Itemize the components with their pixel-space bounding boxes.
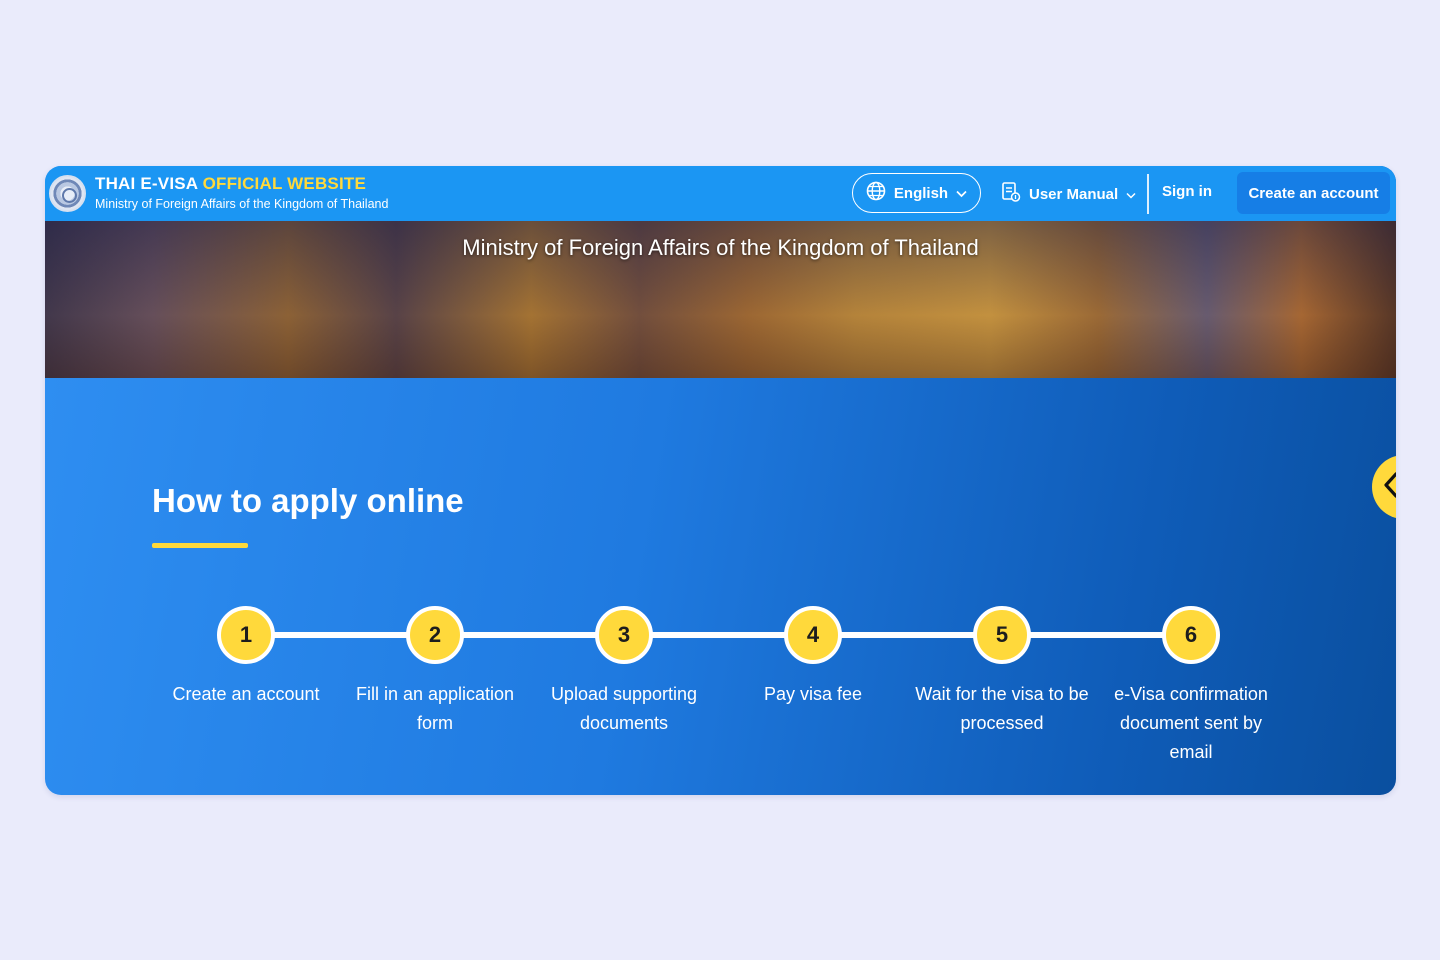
ministry-seal-logo[interactable] bbox=[49, 175, 86, 212]
sign-in-link[interactable]: Sign in bbox=[1162, 183, 1212, 200]
globe-icon bbox=[866, 181, 886, 205]
user-manual-label: User Manual bbox=[1029, 185, 1119, 203]
step-item: 6 e-Visa confirmation document sent by e… bbox=[1096, 606, 1286, 767]
section-title: How to apply online bbox=[152, 482, 464, 519]
step-number-badge: 5 bbox=[973, 606, 1031, 664]
step-item: 5 Wait for the visa to be processed bbox=[907, 606, 1097, 738]
step-number-badge: 3 bbox=[595, 606, 653, 664]
site-title: THAI E-VISA OFFICIAL WEBSITE bbox=[95, 174, 388, 194]
create-account-button[interactable]: Create an account bbox=[1237, 172, 1390, 214]
document-icon bbox=[1001, 181, 1021, 207]
step-label: Upload supporting documents bbox=[550, 684, 698, 733]
step-item: 2 Fill in an application form bbox=[340, 606, 530, 738]
step-number-badge: 4 bbox=[784, 606, 842, 664]
browser-page: THAI E-VISA OFFICIAL WEBSITE Ministry of… bbox=[45, 166, 1396, 795]
step-item: 4 Pay visa fee bbox=[718, 606, 908, 709]
step-label: Pay visa fee bbox=[763, 684, 863, 704]
banner-title: Ministry of Foreign Affairs of the Kingd… bbox=[462, 235, 979, 260]
title-underline bbox=[152, 543, 248, 548]
hero-banner: Ministry of Foreign Affairs of the Kingd… bbox=[45, 221, 1396, 378]
step-number-badge: 2 bbox=[406, 606, 464, 664]
site-title-main: THAI E-VISA bbox=[95, 174, 203, 193]
step-item: 3 Upload supporting documents bbox=[529, 606, 719, 738]
chevron-down-icon bbox=[956, 185, 967, 202]
top-navigation-bar: THAI E-VISA OFFICIAL WEBSITE Ministry of… bbox=[45, 166, 1396, 221]
chevron-left-icon bbox=[1382, 471, 1396, 504]
chevron-down-icon bbox=[1126, 186, 1136, 203]
step-label: Create an account bbox=[172, 684, 320, 704]
language-selector[interactable]: English bbox=[852, 173, 981, 213]
step-label: Wait for the visa to be processed bbox=[915, 684, 1089, 733]
step-item: 1 Create an account bbox=[151, 606, 341, 709]
step-number-badge: 6 bbox=[1162, 606, 1220, 664]
user-manual-menu[interactable]: User Manual bbox=[1001, 180, 1136, 208]
site-subtitle: Ministry of Foreign Affairs of the Kingd… bbox=[95, 197, 389, 211]
site-title-highlight: OFFICIAL WEBSITE bbox=[202, 174, 367, 193]
step-label: e-Visa confirmation document sent by ema… bbox=[1114, 684, 1268, 762]
step-number-badge: 1 bbox=[217, 606, 275, 664]
step-label: Fill in an application form bbox=[355, 684, 515, 733]
site-brand[interactable]: THAI E-VISA OFFICIAL WEBSITE Ministry of… bbox=[95, 174, 388, 211]
nav-divider bbox=[1147, 174, 1149, 214]
side-panel-toggle[interactable] bbox=[1372, 455, 1396, 519]
language-label: English bbox=[893, 184, 949, 202]
